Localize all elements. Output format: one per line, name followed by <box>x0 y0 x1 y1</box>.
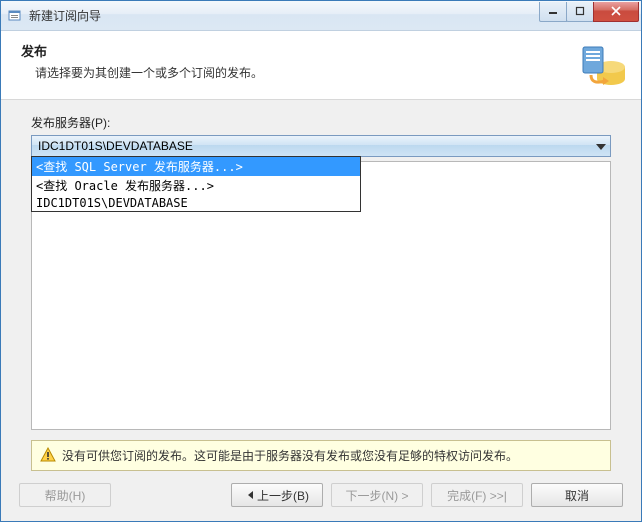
chevron-down-icon <box>596 139 606 153</box>
close-button[interactable] <box>593 2 639 22</box>
dropdown-option-find-sql[interactable]: <查找 SQL Server 发布服务器...> <box>32 157 360 176</box>
wizard-body: 发布服务器(P): IDC1DT01S\DEVDATABASE <查找 SQL … <box>1 100 641 430</box>
next-button[interactable]: 下一步(N) > <box>331 483 423 507</box>
publisher-value: IDC1DT01S\DEVDATABASE <box>38 139 193 153</box>
back-button[interactable]: 上一步(B) <box>231 483 323 507</box>
publisher-label: 发布服务器(P): <box>31 114 611 131</box>
header-icon <box>577 41 627 91</box>
dropdown-option-find-oracle[interactable]: <查找 Oracle 发布服务器...> <box>32 176 360 195</box>
page-subtitle: 请选择要为其创建一个或多个订阅的发布。 <box>35 64 567 81</box>
window-title: 新建订阅向导 <box>29 7 540 24</box>
dropdown-option-server[interactable]: IDC1DT01S\DEVDATABASE <box>32 195 360 211</box>
wizard-header: 发布 请选择要为其创建一个或多个订阅的发布。 <box>1 31 641 100</box>
button-bar: 帮助(H) 上一步(B) 下一步(N) > 完成(F) >>| 取消 <box>1 471 641 521</box>
back-button-label: 上一步(B) <box>257 487 309 504</box>
app-icon <box>7 8 23 24</box>
titlebar[interactable]: 新建订阅向导 <box>1 1 641 31</box>
minimize-button[interactable] <box>539 2 567 22</box>
maximize-button[interactable] <box>566 2 594 22</box>
finish-button[interactable]: 完成(F) >>| <box>431 483 523 507</box>
cancel-button[interactable]: 取消 <box>531 483 623 507</box>
chevron-left-icon <box>247 491 255 499</box>
warning-icon <box>40 447 56 463</box>
page-title: 发布 <box>21 41 567 60</box>
window-controls <box>540 2 641 22</box>
publisher-combobox[interactable]: IDC1DT01S\DEVDATABASE <box>31 135 611 157</box>
wizard-window: 新建订阅向导 发布 请选择要为其创建一个或多个订阅的发布。 <box>0 0 642 522</box>
warning-panel: 没有可供您订阅的发布。这可能是由于服务器没有发布或您没有足够的特权访问发布。 <box>31 440 611 471</box>
publisher-dropdown-list[interactable]: <查找 SQL Server 发布服务器...> <查找 Oracle 发布服务… <box>31 156 361 212</box>
warning-text: 没有可供您订阅的发布。这可能是由于服务器没有发布或您没有足够的特权访问发布。 <box>62 447 518 464</box>
help-button[interactable]: 帮助(H) <box>19 483 111 507</box>
